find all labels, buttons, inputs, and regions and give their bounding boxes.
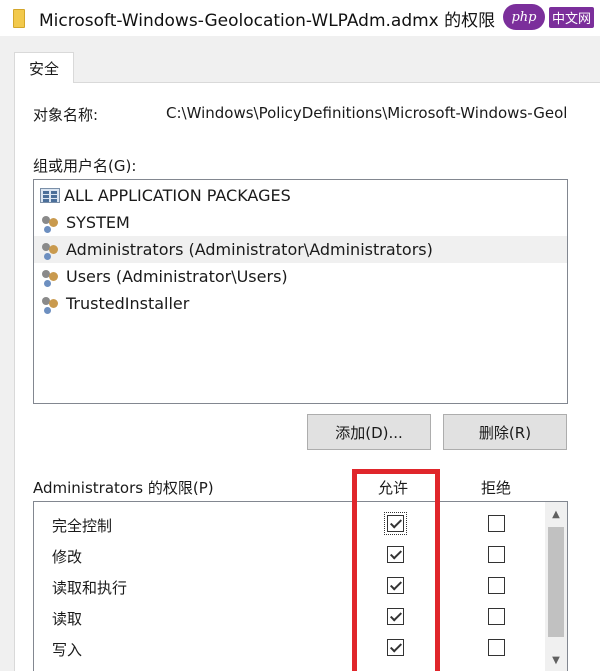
permission-row: 完全控制 — [34, 509, 545, 540]
add-button[interactable]: 添加(D)... — [307, 414, 431, 450]
list-item-label: ALL APPLICATION PACKAGES — [64, 186, 291, 205]
deny-header: 拒绝 — [481, 479, 512, 497]
permission-row: 修改 — [34, 540, 545, 571]
watermark: php 中文网 — [502, 4, 594, 30]
permission-name: 读取 — [52, 610, 83, 628]
dialog-content: 安全 对象名称: C:\Windows\PolicyDefinitions\Mi… — [0, 36, 600, 671]
list-item[interactable]: TrustedInstaller — [34, 290, 567, 317]
allow-checkbox[interactable] — [384, 512, 407, 535]
deny-checkbox[interactable] — [488, 515, 505, 532]
permission-row: 读取 — [34, 602, 545, 633]
groups-label: 组或用户名(G): — [33, 157, 137, 175]
file-icon — [13, 8, 25, 28]
permission-row: 写入 — [34, 633, 545, 664]
permission-name: 修改 — [52, 548, 83, 566]
groups-list[interactable]: ALL APPLICATION PACKAGES SYSTEM Administ… — [33, 179, 568, 404]
package-icon — [40, 188, 60, 203]
allow-checkbox[interactable] — [387, 577, 404, 594]
allow-header: 允许 — [378, 479, 409, 497]
permission-name: 读取和执行 — [52, 579, 128, 597]
users-icon — [40, 241, 62, 259]
allow-checkbox[interactable] — [387, 546, 404, 563]
watermark-text: 中文网 — [548, 6, 594, 28]
window-title: Microsoft-Windows-Geolocation-WLPAdm.adm… — [39, 10, 496, 31]
list-item-label: Users (Administrator\Users) — [66, 267, 288, 286]
list-item[interactable]: SYSTEM — [34, 209, 567, 236]
list-item-label: SYSTEM — [66, 213, 130, 232]
list-item[interactable]: Administrators (Administrator\Administra… — [34, 236, 567, 263]
list-item-label: Administrators (Administrator\Administra… — [66, 240, 433, 259]
permission-name: 写入 — [52, 641, 83, 659]
title-bar: Microsoft-Windows-Geolocation-WLPAdm.adm… — [0, 0, 600, 36]
watermark-logo: php — [502, 4, 545, 30]
deny-checkbox[interactable] — [488, 577, 505, 594]
scroll-thumb[interactable] — [548, 527, 564, 637]
permissions-title: Administrators 的权限(P) — [33, 479, 214, 497]
permissions-scrollbar[interactable]: ▲ ▼ — [545, 502, 567, 671]
allow-checkbox[interactable] — [387, 608, 404, 625]
users-icon — [40, 295, 62, 313]
list-item[interactable]: ALL APPLICATION PACKAGES — [34, 182, 567, 209]
scroll-up-icon[interactable]: ▲ — [545, 505, 567, 523]
deny-checkbox[interactable] — [488, 639, 505, 656]
users-icon — [40, 268, 62, 286]
scroll-down-icon[interactable]: ▼ — [545, 651, 567, 669]
list-item[interactable]: Users (Administrator\Users) — [34, 263, 567, 290]
permission-name: 完全控制 — [52, 517, 113, 535]
deny-checkbox[interactable] — [488, 608, 505, 625]
object-name-label: 对象名称: — [33, 106, 99, 124]
tab-security[interactable]: 安全 — [14, 52, 74, 83]
object-name-value: C:\Windows\PolicyDefinitions\Microsoft-W… — [166, 104, 568, 122]
users-icon — [40, 214, 62, 232]
permission-row: 读取和执行 — [34, 571, 545, 602]
permissions-list: 完全控制 修改 读取和执行 读取 写入 ▲ ▼ — [33, 501, 568, 671]
list-item-label: TrustedInstaller — [66, 294, 190, 313]
allow-checkbox[interactable] — [387, 639, 404, 656]
deny-checkbox[interactable] — [488, 546, 505, 563]
remove-button[interactable]: 删除(R) — [443, 414, 567, 450]
